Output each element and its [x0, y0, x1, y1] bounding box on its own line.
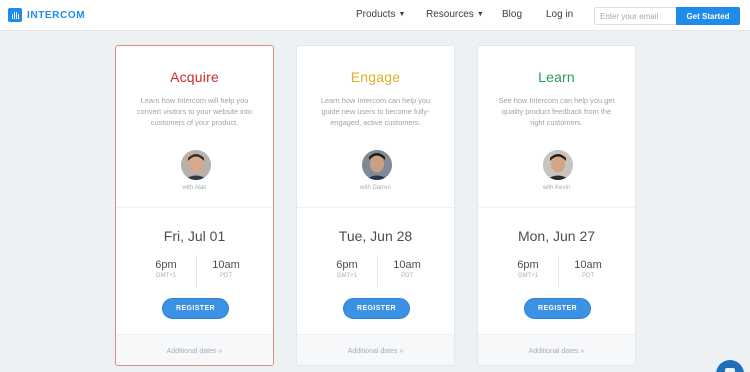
nav-login[interactable]: Log in [546, 9, 573, 20]
register-button[interactable]: REGISTER [162, 298, 229, 319]
local-time-zone: GMT+1 [155, 273, 177, 279]
chevron-down-icon: ▼ [398, 11, 406, 18]
webinar-date: Mon, Jun 27 [517, 228, 596, 244]
local-time-value: 6pm [155, 259, 177, 271]
card-title: Engage [350, 69, 401, 85]
pdt-time-value: 10am [393, 259, 421, 271]
register-button[interactable]: REGISTER [524, 298, 591, 319]
webinar-card-learn: Learn See how Intercom can help you get … [477, 45, 636, 366]
card-description: See how Intercom can help you get qualit… [498, 96, 615, 127]
host-avatar [543, 150, 573, 180]
additional-dates-link[interactable]: Additional dates » [116, 334, 273, 365]
avatar-photo-icon [362, 150, 392, 180]
pdt-time-value: 10am [212, 259, 240, 271]
pdt-time-zone: PDT [582, 273, 594, 279]
avatar-photo-icon [543, 150, 573, 180]
pdt-time-zone: PDT [220, 273, 232, 279]
local-time-value: 6pm [517, 259, 539, 271]
host-avatar [362, 150, 392, 180]
card-header: Acquire Learn how Intercom will help you… [116, 46, 273, 208]
host-avatar [181, 150, 211, 180]
nav-resources[interactable]: Resources ▼ [426, 9, 484, 20]
webinar-date: Fri, Jul 01 [163, 228, 226, 244]
card-description: Learn how Intercom can help you guide ne… [320, 96, 431, 127]
local-time: 6pm GMT+1 [498, 259, 558, 279]
host-name: with Kevin [542, 185, 571, 191]
pdt-time-value: 10am [574, 259, 602, 271]
intercom-logo[interactable]: INTERCOM [8, 8, 85, 22]
card-title: Learn [538, 69, 575, 85]
nav-resources-label: Resources [426, 9, 474, 20]
nav-products[interactable]: Products ▼ [356, 9, 405, 20]
pdt-time: 10am PDT [558, 259, 618, 279]
card-header: Learn See how Intercom can help you get … [478, 46, 635, 208]
card-title: Acquire [170, 69, 219, 85]
get-started-button[interactable]: Get Started [676, 7, 740, 25]
register-button[interactable]: REGISTER [343, 298, 410, 319]
local-time-zone: GMT+1 [336, 273, 358, 279]
top-navigation-bar: INTERCOM Products ▼ Resources ▼ Blog Log i… [0, 0, 750, 31]
host-name: with Alan [182, 185, 207, 191]
pdt-time: 10am PDT [196, 259, 256, 279]
card-description: Learn how Intercom will help you convert… [136, 96, 252, 127]
local-time-value: 6pm [336, 259, 358, 271]
webinar-times: 6pm GMT+1 10am PDT [136, 255, 256, 287]
additional-dates-link[interactable]: Additional dates » [297, 334, 454, 365]
pdt-time-zone: PDT [401, 273, 413, 279]
webinar-times: 6pm GMT+1 10am PDT [317, 255, 437, 287]
webinar-date: Tue, Jun 28 [338, 228, 413, 244]
host-name: with Darren [360, 185, 391, 191]
local-time-zone: GMT+1 [517, 273, 539, 279]
chevron-down-icon: ▼ [476, 11, 484, 18]
pdt-time: 10am PDT [377, 259, 437, 279]
nav-blog[interactable]: Blog [502, 9, 522, 20]
email-field[interactable] [594, 7, 676, 25]
card-header: Engage Learn how Intercom can help you g… [297, 46, 454, 208]
intercom-logo-icon [8, 8, 22, 22]
webinar-times: 6pm GMT+1 10am PDT [498, 255, 618, 287]
local-time: 6pm GMT+1 [317, 259, 377, 279]
additional-dates-link[interactable]: Additional dates » [478, 334, 635, 365]
brand-name: INTERCOM [27, 9, 86, 21]
webinar-card-acquire: Acquire Learn how Intercom will help you… [115, 45, 274, 366]
chat-launcher-icon[interactable] [716, 360, 744, 372]
webinar-card-engage: Engage Learn how Intercom can help you g… [296, 45, 455, 366]
avatar-photo-icon [181, 150, 211, 180]
nav-products-label: Products [356, 9, 396, 20]
local-time: 6pm GMT+1 [136, 259, 196, 279]
